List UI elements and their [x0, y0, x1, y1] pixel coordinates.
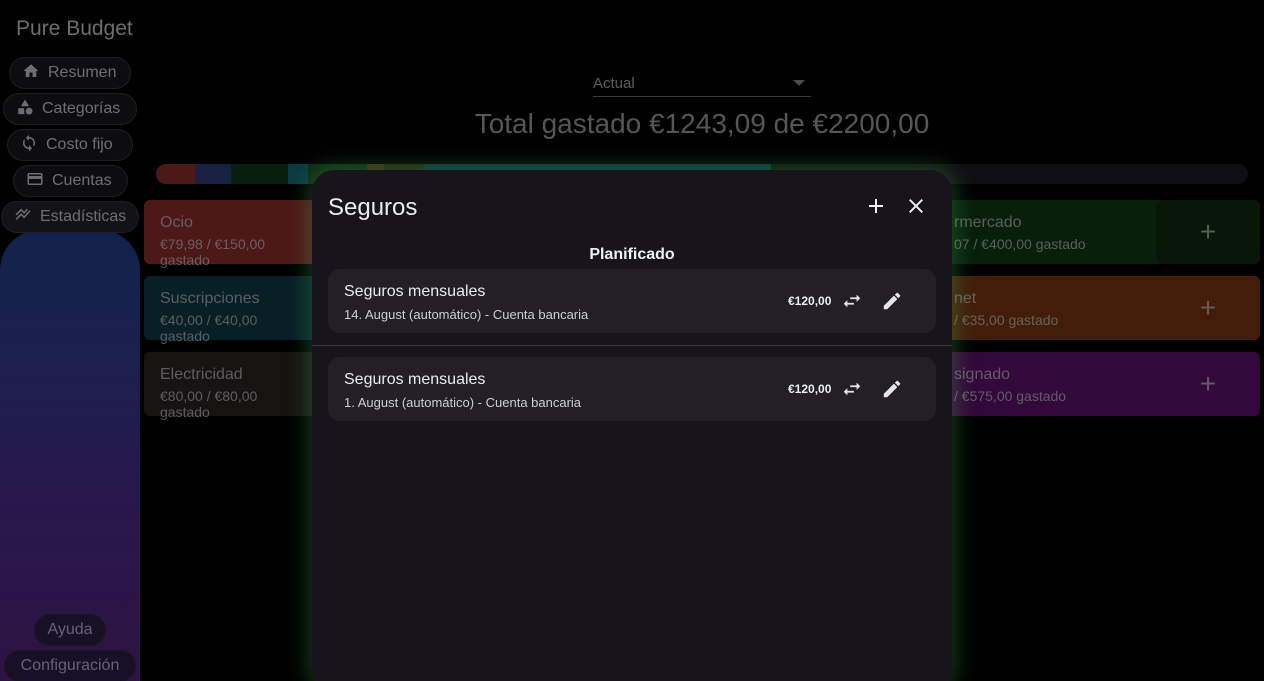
divider: [312, 345, 952, 346]
item-title: Seguros mensuales: [344, 283, 486, 300]
item-title: Seguros mensuales: [344, 371, 486, 388]
category-dialog: Seguros Planificado Seguros mensuales 14…: [312, 170, 952, 681]
item-subtitle: 14. August (automático) - Cuenta bancari…: [344, 307, 589, 322]
list-item[interactable]: Seguros mensuales 1. August (automático)…: [328, 357, 936, 421]
pencil-icon[interactable]: [881, 290, 903, 312]
item-subtitle: 1. August (automático) - Cuenta bancaria: [344, 395, 582, 410]
close-icon[interactable]: [904, 194, 928, 218]
dialog-title: Seguros: [328, 194, 418, 221]
item-price: €120,00: [788, 382, 832, 396]
swap-icon[interactable]: [841, 290, 863, 312]
plus-icon[interactable]: [864, 194, 888, 218]
pencil-icon[interactable]: [881, 378, 903, 400]
item-price: €120,00: [788, 294, 832, 308]
list-item[interactable]: Seguros mensuales 14. August (automático…: [328, 269, 936, 333]
section-title: Planificado: [589, 246, 675, 263]
swap-icon[interactable]: [841, 378, 863, 400]
